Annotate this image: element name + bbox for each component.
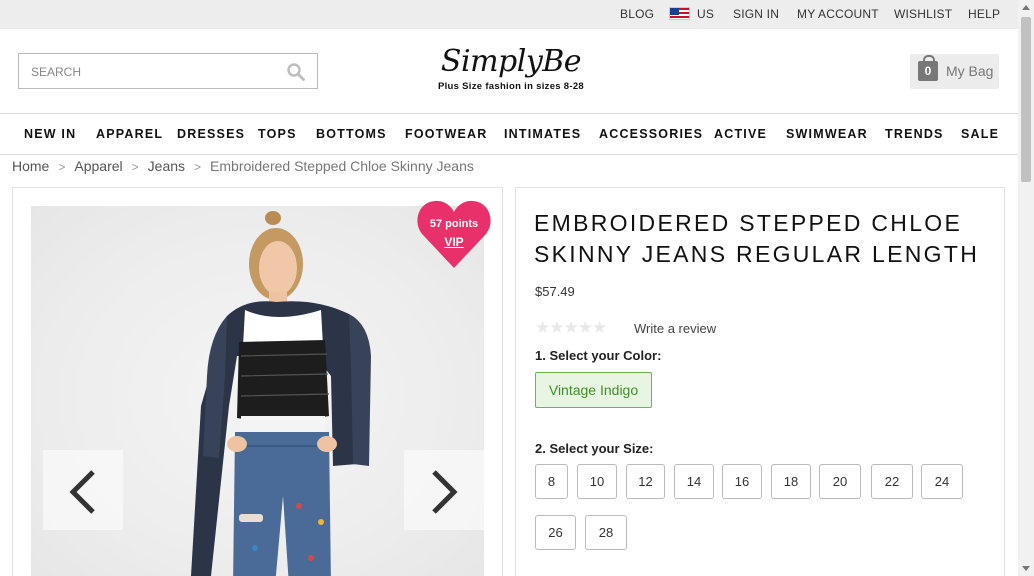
my-account-link[interactable]: MY ACCOUNT: [797, 7, 879, 21]
size-option-14[interactable]: 14: [674, 464, 714, 499]
product-details: EMBROIDERED STEPPED CHLOE SKINNY JEANS R…: [515, 187, 1005, 576]
size-label: 2. Select your Size:: [535, 441, 654, 456]
my-bag-button[interactable]: 0 My Bag: [910, 54, 999, 89]
nav-item-active[interactable]: ACTIVE: [714, 127, 767, 141]
nav-item-intimates[interactable]: INTIMATES: [504, 127, 581, 141]
site-logo[interactable]: SimplyBe Plus Size fashion in sizes 8-28: [426, 44, 596, 93]
size-option-22[interactable]: 22: [871, 464, 913, 499]
nav-item-new-in[interactable]: NEW IN: [24, 127, 76, 141]
nav-item-swimwear[interactable]: SWIMWEAR: [786, 127, 868, 141]
size-option-18[interactable]: 18: [771, 464, 811, 499]
vip-points-badge[interactable]: 57 points VIP: [416, 198, 492, 270]
size-option-8[interactable]: 8: [535, 464, 568, 499]
color-label: 1. Select your Color:: [535, 348, 662, 363]
breadcrumb-separator: >: [131, 160, 139, 174]
page-scrollbar[interactable]: [1018, 0, 1034, 576]
us-flag-icon[interactable]: [669, 7, 690, 20]
chevron-right-icon: [432, 470, 458, 514]
category-nav: NEW IN APPAREL DRESSES TOPS BOTTOMS FOOT…: [0, 114, 1018, 155]
country-selector[interactable]: US: [697, 7, 714, 21]
scroll-up-arrow-icon[interactable]: [1022, 5, 1030, 10]
breadcrumb-home[interactable]: Home: [12, 158, 49, 174]
chevron-left-icon: [69, 470, 95, 514]
size-option-26[interactable]: 26: [535, 515, 576, 550]
breadcrumb: Home > Apparel > Jeans > Embroidered Stepped C…: [12, 158, 474, 174]
scrollbar-thumb[interactable]: [1021, 17, 1031, 182]
nav-item-apparel[interactable]: APPAREL: [96, 127, 163, 141]
search-box[interactable]: SEARCH: [18, 53, 318, 89]
next-image-button[interactable]: [404, 450, 484, 530]
nav-item-accessories[interactable]: ACCESSORIES: [599, 127, 703, 141]
wishlist-link[interactable]: WISHLIST: [894, 7, 952, 21]
sign-in-link[interactable]: SIGN IN: [733, 7, 779, 21]
size-option-24[interactable]: 24: [921, 464, 963, 499]
nav-item-tops[interactable]: TOPS: [258, 127, 297, 141]
help-link[interactable]: HELP: [968, 7, 1000, 21]
product-title: EMBROIDERED STEPPED CHLOE SKINNY JEANS R…: [534, 210, 980, 267]
nav-item-dresses[interactable]: DRESSES: [177, 127, 245, 141]
size-option-28[interactable]: 28: [585, 515, 627, 550]
write-review-link[interactable]: Write a review: [634, 321, 716, 336]
blog-link[interactable]: BLOG: [620, 7, 654, 21]
heart-icon: [417, 200, 491, 268]
previous-image-button[interactable]: [43, 450, 123, 530]
bag-count: 0: [924, 64, 932, 78]
site-header: SEARCH SimplyBe Plus Size fashion in siz…: [0, 29, 1018, 114]
breadcrumb-jeans[interactable]: Jeans: [148, 158, 185, 174]
size-option-12[interactable]: 12: [626, 464, 665, 499]
rating-stars: ★★★★★: [535, 318, 607, 337]
size-option-20[interactable]: 20: [819, 464, 861, 499]
size-option-10[interactable]: 10: [577, 464, 617, 499]
shopping-bag-icon: 0: [918, 55, 938, 81]
utility-bar: BLOG US SIGN IN MY ACCOUNT WISHLIST HELP: [0, 0, 1018, 29]
breadcrumb-separator: >: [194, 160, 202, 174]
search-icon[interactable]: [287, 63, 305, 81]
bag-label: My Bag: [946, 63, 994, 79]
color-option-vintage-indigo[interactable]: Vintage Indigo: [535, 372, 652, 408]
vip-points: 57 points: [429, 218, 479, 230]
breadcrumb-apparel[interactable]: Apparel: [74, 158, 122, 174]
scroll-down-arrow-icon[interactable]: [1022, 566, 1030, 571]
logo-tagline: Plus Size fashion in sizes 8-28: [437, 81, 585, 92]
breadcrumb-separator: >: [58, 160, 66, 174]
nav-item-footwear[interactable]: FOOTWEAR: [405, 127, 488, 141]
breadcrumb-current: Embroidered Stepped Chloe Skinny Jeans: [210, 158, 474, 174]
nav-item-bottoms[interactable]: BOTTOMS: [316, 127, 387, 141]
nav-item-trends[interactable]: TRENDS: [885, 127, 944, 141]
nav-item-sale[interactable]: SALE: [961, 127, 999, 141]
logo-text: SimplyBe: [440, 44, 582, 79]
product-price: $57.49: [535, 284, 575, 299]
search-input[interactable]: SEARCH: [31, 65, 81, 79]
vip-link[interactable]: VIP: [416, 235, 492, 249]
size-option-16[interactable]: 16: [722, 464, 762, 499]
